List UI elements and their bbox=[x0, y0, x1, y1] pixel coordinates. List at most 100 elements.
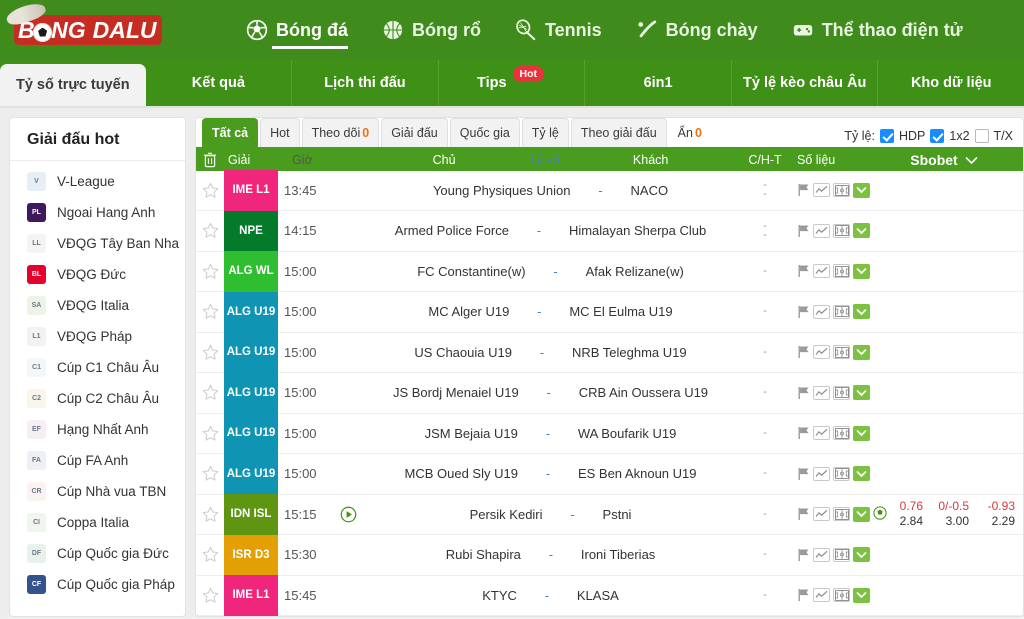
status-badge[interactable]: ALG U19 bbox=[224, 373, 278, 414]
favorite-star-icon[interactable] bbox=[196, 384, 224, 401]
favorite-star-icon[interactable] bbox=[196, 303, 224, 320]
nav-item-tennis[interactable]: Tennis bbox=[515, 9, 602, 51]
table-row[interactable]: IME L113:45Young Physiques Union-NACO-- bbox=[196, 171, 1023, 212]
odds-value-bottom[interactable]: 3.00 bbox=[923, 514, 969, 529]
expand-chevron-icon[interactable] bbox=[853, 426, 870, 441]
league-badge-cell[interactable]: ISR D3 bbox=[224, 535, 278, 576]
pitch-lineup-icon[interactable] bbox=[833, 386, 850, 400]
expand-chevron-icon[interactable] bbox=[853, 466, 870, 481]
trend-chart-icon[interactable] bbox=[813, 183, 830, 197]
pitch-lineup-icon[interactable] bbox=[833, 183, 850, 197]
flag-icon[interactable] bbox=[797, 183, 810, 197]
home-team-name[interactable]: JSM Bejaia U19 bbox=[364, 426, 528, 441]
home-team-name[interactable]: Rubi Shapira bbox=[364, 547, 531, 562]
trend-chart-icon[interactable] bbox=[813, 548, 830, 562]
status-badge[interactable]: ALG WL bbox=[224, 251, 278, 292]
expand-chevron-icon[interactable] bbox=[853, 385, 870, 400]
checkbox-tx[interactable] bbox=[975, 129, 989, 143]
delete-column-header[interactable] bbox=[196, 152, 224, 168]
trend-chart-icon[interactable] bbox=[813, 305, 830, 319]
tab-results[interactable]: Kết quả bbox=[146, 60, 293, 106]
filter-chip-4[interactable]: Quốc gia bbox=[450, 118, 520, 147]
pitch-lineup-icon[interactable] bbox=[833, 224, 850, 238]
sidebar-item-3[interactable]: BLVĐQG Đức bbox=[10, 259, 185, 290]
trend-chart-icon[interactable] bbox=[813, 426, 830, 440]
odds-value-bottom[interactable]: 2.29 bbox=[969, 514, 1015, 529]
logo-badge[interactable]: B NG DALU bbox=[14, 15, 162, 45]
league-badge-cell[interactable]: ALG U19 bbox=[224, 373, 278, 414]
favorite-star-icon[interactable] bbox=[196, 587, 224, 604]
tab-live-scores[interactable]: Tỷ số trực tuyến bbox=[0, 64, 146, 106]
table-row[interactable]: ALG U1915:00MCB Oued Sly U19-ES Ben Akno… bbox=[196, 454, 1023, 495]
table-row[interactable]: NPE14:15Armed Police Force-Himalayan She… bbox=[196, 211, 1023, 252]
home-team-name[interactable]: JS Bordj Menaiel U19 bbox=[364, 385, 529, 400]
favorite-star-icon[interactable] bbox=[196, 182, 224, 199]
trend-chart-icon[interactable] bbox=[813, 588, 830, 602]
flag-icon[interactable] bbox=[797, 386, 810, 400]
trash-icon[interactable] bbox=[203, 152, 217, 168]
sidebar-item-5[interactable]: L1VĐQG Pháp bbox=[10, 321, 185, 352]
pitch-lineup-icon[interactable] bbox=[833, 548, 850, 562]
away-team-name[interactable]: Ironi Tiberias bbox=[571, 547, 737, 562]
table-row[interactable]: IDN ISL15:15Persik Kediri-Pstni-0.760/-0… bbox=[196, 495, 1023, 536]
chevron-down-icon[interactable] bbox=[965, 152, 978, 168]
sidebar-item-8[interactable]: EFHạng Nhất Anh bbox=[10, 414, 185, 445]
away-team-name[interactable]: CRB Ain Oussera U19 bbox=[569, 385, 737, 400]
tab-fixtures[interactable]: Lịch thi đấu bbox=[292, 60, 439, 106]
nav-item-basketball[interactable]: Bóng rổ bbox=[382, 9, 481, 51]
trend-chart-icon[interactable] bbox=[813, 264, 830, 278]
table-row[interactable]: IME L115:45KTYC-KLASA- bbox=[196, 576, 1023, 617]
odds-value-top[interactable]: 0/-0.5 bbox=[923, 499, 969, 514]
odds-value-top[interactable]: 0.76 bbox=[877, 499, 923, 514]
table-row[interactable]: ALG U1915:00MC Alger U19-MC El Eulma U19… bbox=[196, 292, 1023, 333]
favorite-star-icon[interactable] bbox=[196, 425, 224, 442]
league-badge-cell[interactable]: ALG U19 bbox=[224, 413, 278, 454]
league-badge-cell[interactable]: ALG U19 bbox=[224, 292, 278, 333]
sidebar-item-11[interactable]: CICoppa Italia bbox=[10, 507, 185, 538]
table-row[interactable]: ALG WL15:00FC Constantine(w)-Afak Reliza… bbox=[196, 252, 1023, 293]
tab-6in1[interactable]: 6in1 bbox=[585, 60, 732, 106]
favorite-star-icon[interactable] bbox=[196, 222, 224, 239]
away-team-name[interactable]: ES Ben Aknoun U19 bbox=[568, 466, 737, 481]
flag-icon[interactable] bbox=[797, 426, 810, 440]
home-team-name[interactable]: Persik Kediri bbox=[364, 507, 553, 522]
status-badge[interactable]: ALG U19 bbox=[224, 332, 278, 373]
home-team-name[interactable]: MC Alger U19 bbox=[364, 304, 519, 319]
flag-icon[interactable] bbox=[797, 507, 810, 521]
status-badge[interactable]: NPE bbox=[224, 211, 278, 252]
flag-icon[interactable] bbox=[797, 467, 810, 481]
home-team-name[interactable]: Armed Police Force bbox=[364, 223, 519, 238]
checkbox-hdp[interactable] bbox=[880, 129, 894, 143]
header-league[interactable]: Giải bbox=[224, 153, 278, 167]
trend-chart-icon[interactable] bbox=[813, 507, 830, 521]
league-badge-cell[interactable]: IME L1 bbox=[224, 170, 278, 211]
nav-item-baseball[interactable]: Bóng chày bbox=[636, 9, 758, 51]
pitch-lineup-icon[interactable] bbox=[833, 345, 850, 359]
expand-chevron-icon[interactable] bbox=[853, 547, 870, 562]
away-team-name[interactable]: MC El Eulma U19 bbox=[559, 304, 737, 319]
flag-icon[interactable] bbox=[797, 264, 810, 278]
odds-value-top[interactable]: -0.93 bbox=[969, 499, 1015, 514]
away-team-name[interactable]: Himalayan Sherpa Club bbox=[559, 223, 737, 238]
trend-chart-icon[interactable] bbox=[813, 386, 830, 400]
sidebar-item-13[interactable]: CFCúp Quốc gia Pháp bbox=[10, 569, 185, 600]
pitch-lineup-icon[interactable] bbox=[833, 588, 850, 602]
status-badge[interactable]: IME L1 bbox=[224, 575, 278, 616]
league-badge-cell[interactable]: IME L1 bbox=[224, 575, 278, 616]
home-team-name[interactable]: US Chaouia U19 bbox=[364, 345, 522, 360]
flag-icon[interactable] bbox=[797, 345, 810, 359]
sidebar-item-9[interactable]: FACúp FA Anh bbox=[10, 445, 185, 476]
sidebar-item-6[interactable]: C1Cúp C1 Châu Âu bbox=[10, 352, 185, 383]
favorite-star-icon[interactable] bbox=[196, 506, 224, 523]
table-row[interactable]: ALG U1915:00JS Bordj Menaiel U19-CRB Ain… bbox=[196, 373, 1023, 414]
tab-european-odds[interactable]: Tỷ lệ kèo châu Âu bbox=[732, 60, 879, 106]
tab-data-warehouse[interactable]: Kho dữ liệu bbox=[878, 60, 1024, 106]
nav-item-football[interactable]: Bóng đá bbox=[246, 9, 348, 51]
flag-icon[interactable] bbox=[797, 305, 810, 319]
pitch-lineup-icon[interactable] bbox=[833, 467, 850, 481]
filter-chip-5[interactable]: Tỷ lệ bbox=[522, 118, 569, 147]
trend-chart-icon[interactable] bbox=[813, 345, 830, 359]
filter-chip-6[interactable]: Theo giải đấu bbox=[571, 118, 667, 147]
favorite-star-icon[interactable] bbox=[196, 546, 224, 563]
table-row[interactable]: ISR D315:30Rubi Shapira-Ironi Tiberias- bbox=[196, 535, 1023, 576]
